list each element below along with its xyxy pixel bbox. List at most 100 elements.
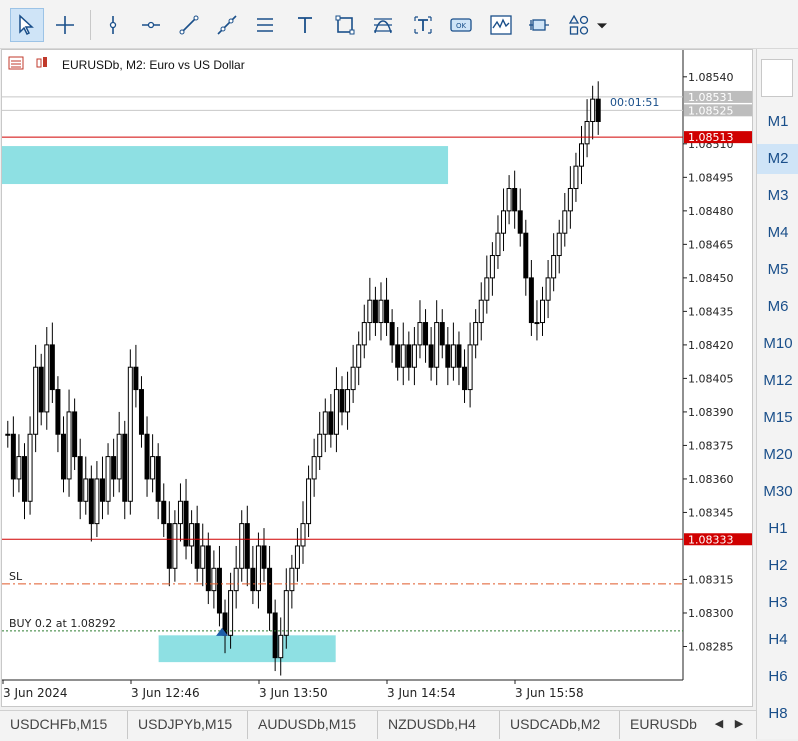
time-tick-label: 3 Jun 15:58: [515, 686, 584, 700]
button-object-icon[interactable]: OK: [444, 8, 478, 42]
timeframe-h1[interactable]: H1: [757, 514, 798, 544]
candle-body: [473, 322, 479, 346]
candle-body: [540, 299, 546, 324]
timeframe-m30[interactable]: M30: [757, 477, 798, 507]
candle-body: [289, 567, 295, 592]
symbol-tabs: USDCHFb,M15 USDJPYb,M15 AUDUSDb,M15 NZDUSDb…: [0, 710, 756, 741]
candle-body: [27, 433, 33, 502]
price-label-icon[interactable]: [522, 8, 556, 42]
candle-body: [44, 344, 50, 413]
candle-body: [562, 210, 568, 234]
candle-body: [551, 255, 557, 279]
candle-body: [94, 478, 100, 525]
candle-body: [200, 545, 206, 569]
timeframe-m3[interactable]: M3: [757, 181, 798, 211]
candle-body: [300, 523, 306, 547]
horizontal-line-icon[interactable]: [134, 8, 168, 42]
symbol-tab[interactable]: USDJPYb,M15: [128, 711, 248, 739]
chevron-down-icon[interactable]: [592, 8, 612, 42]
alert-price-text: 1.08333: [688, 533, 734, 546]
timeframe-h2[interactable]: H2: [757, 551, 798, 581]
fibonacci-icon[interactable]: [366, 8, 400, 42]
text-label-icon[interactable]: [406, 8, 440, 42]
price-tick-label: 1.08405: [688, 372, 734, 385]
timeframe-h6[interactable]: H6: [757, 662, 798, 692]
ray-icon[interactable]: [210, 8, 244, 42]
symbol-tab[interactable]: AUDUSDb,M15: [248, 711, 378, 739]
rectangle-icon[interactable]: [328, 8, 362, 42]
timeframe-m4[interactable]: M4: [757, 218, 798, 248]
timeframe-m15[interactable]: M15: [757, 403, 798, 433]
zone-rectangle[interactable]: [158, 635, 336, 663]
candle-body: [406, 344, 412, 368]
indicator-window-icon[interactable]: [484, 8, 518, 42]
candle-body: [239, 523, 245, 569]
tab-scroll-left-icon[interactable]: ◀: [710, 715, 728, 733]
timeframe-m2[interactable]: M2: [757, 144, 798, 174]
candle-body: [88, 478, 94, 525]
price-tick-label: 1.08495: [688, 171, 734, 184]
timeframe-m5[interactable]: M5: [757, 255, 798, 285]
candle-body: [428, 344, 434, 368]
candle-body: [211, 567, 217, 592]
text-icon[interactable]: [288, 8, 322, 42]
candle-body: [49, 344, 55, 391]
timeframe-m1[interactable]: M1: [757, 107, 798, 137]
zone-rectangle[interactable]: [2, 146, 449, 185]
candle-body: [283, 590, 289, 636]
candle-body: [133, 366, 139, 391]
candle-body: [194, 523, 200, 569]
timeframe-m10[interactable]: M10: [757, 329, 798, 359]
candle-body: [445, 344, 451, 368]
candle-body: [528, 277, 534, 324]
candle-body: [10, 433, 16, 480]
vertical-line-icon[interactable]: [96, 8, 130, 42]
timeframe-spacer: [761, 59, 793, 97]
timeframe-m12[interactable]: M12: [757, 366, 798, 396]
candle-body: [66, 411, 72, 480]
price-tick-label: 1.08465: [688, 238, 734, 251]
candle-body: [144, 433, 150, 480]
candle-body: [579, 143, 585, 167]
candle-body: [501, 210, 507, 234]
tab-scroll-right-icon[interactable]: ▶: [730, 715, 748, 733]
timeframe-m20[interactable]: M20: [757, 440, 798, 470]
candle-body: [122, 433, 128, 502]
timeframe-h8[interactable]: H8: [757, 699, 798, 729]
candle-body: [400, 344, 406, 368]
candle-body: [361, 322, 367, 346]
crosshair-icon[interactable]: [48, 8, 82, 42]
candle-body: [60, 433, 66, 480]
equidistant-channel-icon[interactable]: [248, 8, 282, 42]
candle-body: [244, 523, 250, 569]
candle-body: [467, 344, 473, 391]
candle-body: [395, 344, 401, 368]
bar-countdown: 00:01:51: [610, 96, 659, 109]
price-tick-label: 1.08450: [688, 272, 734, 285]
symbol-tab[interactable]: USDCADb,M2: [500, 711, 620, 739]
trend-line-icon[interactable]: [172, 8, 206, 42]
symbol-tab[interactable]: NZDUSDb,H4: [378, 711, 500, 739]
timeframe-h4[interactable]: H4: [757, 625, 798, 655]
candle-body: [21, 456, 27, 502]
buy-position-label: BUY 0.2 at 1.08292: [9, 617, 116, 630]
symbol-tab[interactable]: USDCHFb,M15: [0, 711, 128, 739]
candle-body: [356, 344, 362, 368]
price-tick-label: 1.08300: [688, 607, 734, 620]
candle-body: [545, 277, 551, 301]
cursor-icon[interactable]: [10, 8, 44, 42]
candle-body: [177, 500, 183, 525]
timeframe-h3[interactable]: H3: [757, 588, 798, 618]
candle-body: [294, 545, 300, 569]
price-chart[interactable]: SL BUY 0.2 at 1.08292 00:01:51 1.08540 1.085…: [2, 50, 754, 708]
chart-window[interactable]: EURUSDb, M2: Euro vs US Dollar SL BUY 0.2…: [1, 49, 753, 707]
candle-body: [83, 478, 89, 502]
symbol-tab[interactable]: EURUSDb: [620, 711, 709, 739]
shapes-icon[interactable]: [562, 8, 596, 42]
candle-body: [484, 277, 490, 301]
timeframe-m6[interactable]: M6: [757, 292, 798, 322]
candle-body: [456, 344, 462, 368]
time-tick-label: 3 Jun 13:50: [259, 686, 328, 700]
candle-body: [423, 322, 429, 346]
candle-body: [339, 389, 345, 413]
